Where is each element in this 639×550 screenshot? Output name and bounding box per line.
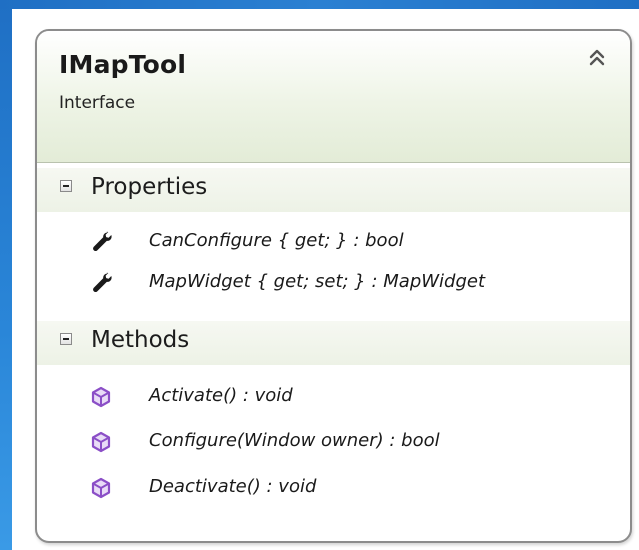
property-signature: CanConfigure { get; } : bool xyxy=(149,230,404,251)
method-cube-icon xyxy=(91,386,111,408)
method-item[interactable]: Activate() : void xyxy=(37,381,630,417)
diagram-canvas: IMapTool Interface Properties CanConfigu… xyxy=(12,9,639,550)
class-shape[interactable]: IMapTool Interface Properties CanConfigu… xyxy=(35,29,632,543)
wrench-icon xyxy=(93,231,112,252)
class-header: IMapTool Interface xyxy=(37,31,630,163)
property-signature: MapWidget { get; set; } : MapWidget xyxy=(149,271,486,292)
method-signature: Activate() : void xyxy=(149,385,293,406)
collapse-toggle-icon[interactable] xyxy=(60,333,72,345)
wrench-icon xyxy=(93,272,112,293)
method-cube-icon xyxy=(91,477,111,499)
method-signature: Deactivate() : void xyxy=(149,476,317,497)
properties-section-title: Properties xyxy=(91,174,208,200)
property-item[interactable]: CanConfigure { get; } : bool xyxy=(37,226,630,262)
class-name: IMapTool xyxy=(59,50,187,79)
collapse-chevron-icon[interactable] xyxy=(586,47,608,69)
method-cube-icon xyxy=(91,431,111,453)
method-signature: Configure(Window owner) : bool xyxy=(149,430,440,451)
collapse-toggle-icon[interactable] xyxy=(60,180,72,192)
property-item[interactable]: MapWidget { get; set; } : MapWidget xyxy=(37,267,630,303)
methods-section-title: Methods xyxy=(91,327,190,353)
method-item[interactable]: Configure(Window owner) : bool xyxy=(37,426,630,462)
properties-section-header[interactable]: Properties xyxy=(37,168,630,212)
method-item[interactable]: Deactivate() : void xyxy=(37,472,630,508)
class-stereotype: Interface xyxy=(59,93,136,113)
methods-section-header[interactable]: Methods xyxy=(37,321,630,365)
window-frame-top xyxy=(0,0,639,9)
window-frame-left xyxy=(0,0,12,550)
